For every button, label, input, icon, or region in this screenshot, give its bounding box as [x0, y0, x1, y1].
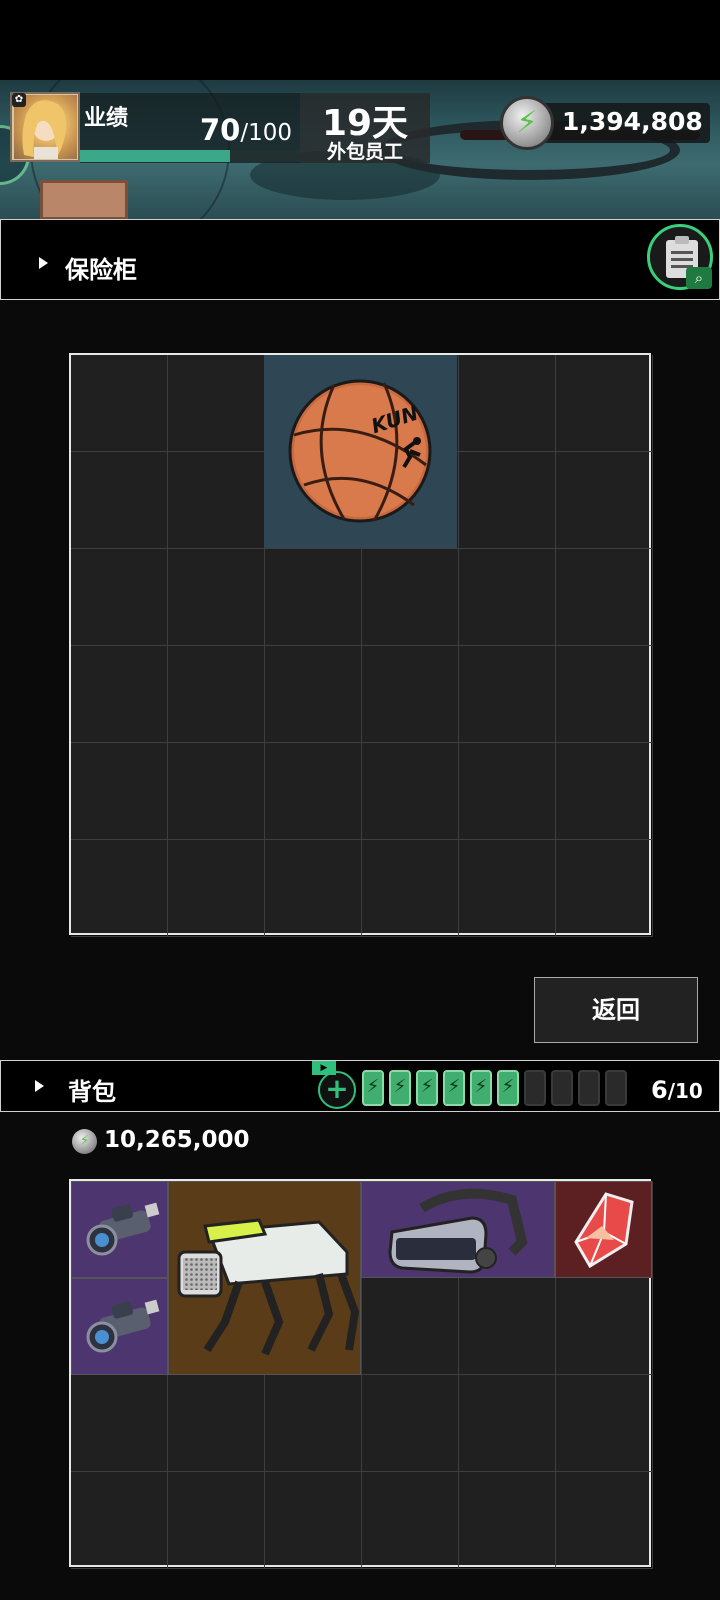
- backpack-item-scope[interactable]: [71, 1181, 168, 1278]
- grid-slot[interactable]: [71, 646, 168, 743]
- grid-slot[interactable]: [459, 743, 556, 840]
- robot-dog-icon: [177, 1218, 360, 1356]
- battery-full-icon: ⚡: [416, 1070, 438, 1106]
- performance-current: 70: [200, 113, 241, 147]
- grid-slot[interactable]: [168, 355, 265, 452]
- grid-slot[interactable]: [265, 840, 362, 937]
- performance-label: 业绩: [84, 106, 129, 131]
- grid-slot[interactable]: [362, 840, 459, 937]
- grid-slot[interactable]: [265, 646, 362, 743]
- video-ad-icon: ▶: [312, 1061, 336, 1075]
- grid-slot[interactable]: [459, 1278, 556, 1375]
- backpack-capacity: 6/10: [651, 1076, 703, 1104]
- performance-value: 70/100: [200, 113, 292, 147]
- performance-bar-fill: [80, 150, 230, 162]
- performance-max: /100: [240, 120, 293, 146]
- backpack-grid[interactable]: [69, 1179, 653, 1569]
- grid-slot[interactable]: [459, 355, 556, 452]
- basketball-icon: KUN: [288, 379, 432, 523]
- grid-slot[interactable]: [362, 549, 459, 646]
- grid-slot[interactable]: [556, 1375, 653, 1472]
- grid-slot[interactable]: [168, 646, 265, 743]
- battery-full-icon: ⚡: [362, 1070, 384, 1106]
- grid-slot[interactable]: [362, 646, 459, 743]
- rifle-scope-icon: [86, 1202, 160, 1256]
- grid-slot[interactable]: [265, 1472, 362, 1569]
- grid-slot[interactable]: [168, 452, 265, 549]
- grid-slot[interactable]: [556, 743, 653, 840]
- battery-empty-icon: [605, 1070, 627, 1106]
- grid-slot[interactable]: [168, 840, 265, 937]
- grid-slot[interactable]: [168, 743, 265, 840]
- backpack-item-scope[interactable]: [71, 1278, 168, 1375]
- grid-slot[interactable]: [71, 840, 168, 937]
- grid-slot[interactable]: [71, 355, 168, 452]
- rifle-scope-icon: [86, 1299, 160, 1353]
- grid-slot[interactable]: [556, 452, 653, 549]
- grid-slot[interactable]: [71, 549, 168, 646]
- back-button[interactable]: 返回: [534, 977, 698, 1043]
- grid-slot[interactable]: [265, 1375, 362, 1472]
- inventory-log-button[interactable]: ⌕: [647, 224, 713, 290]
- battery-full-icon: ⚡: [389, 1070, 411, 1106]
- grid-slot[interactable]: [71, 743, 168, 840]
- grid-slot[interactable]: [556, 1278, 653, 1375]
- backpack-money: 10,265,000: [104, 1127, 250, 1153]
- grid-slot[interactable]: [362, 1278, 459, 1375]
- grid-slot[interactable]: [71, 1472, 168, 1569]
- grid-slot[interactable]: [459, 840, 556, 937]
- add-capacity-button[interactable]: +: [318, 1071, 356, 1109]
- grid-slot[interactable]: [459, 646, 556, 743]
- battery-empty-icon: [524, 1070, 546, 1106]
- capacity-current: 6: [651, 1076, 668, 1104]
- backpack-title: 背包: [68, 1078, 116, 1106]
- grid-slot[interactable]: [459, 1375, 556, 1472]
- backpack-item-vr-headset[interactable]: [361, 1181, 555, 1278]
- grid-slot[interactable]: [168, 549, 265, 646]
- expand-triangle-icon: [35, 1080, 44, 1092]
- grid-slot[interactable]: [556, 1472, 653, 1569]
- grid-slot[interactable]: [556, 840, 653, 937]
- card-decoration: [40, 180, 128, 220]
- lightning-coin-icon: ⚡: [500, 96, 554, 150]
- grid-slot[interactable]: [556, 549, 653, 646]
- battery-full-icon: ⚡: [497, 1070, 519, 1106]
- grid-slot[interactable]: [71, 1375, 168, 1472]
- safe-grid[interactable]: KUN: [69, 353, 653, 937]
- grid-slot[interactable]: [362, 743, 459, 840]
- grid-slot[interactable]: [459, 1472, 556, 1569]
- safe-item-basketball[interactable]: KUN: [264, 355, 457, 548]
- status-bar: [0, 0, 720, 80]
- grid-slot[interactable]: [168, 1472, 265, 1569]
- grid-slot[interactable]: [265, 743, 362, 840]
- battery-empty-icon: [578, 1070, 600, 1106]
- grid-slot[interactable]: [362, 1375, 459, 1472]
- grid-slot[interactable]: [556, 355, 653, 452]
- safe-title: 保险柜: [65, 256, 137, 284]
- grid-slot[interactable]: [71, 452, 168, 549]
- vr-headset-icon: [388, 1188, 528, 1274]
- grid-slot[interactable]: [556, 646, 653, 743]
- backpack-item-robot-dog[interactable]: [168, 1181, 361, 1375]
- grid-slot[interactable]: [168, 1375, 265, 1472]
- grid-slot[interactable]: [362, 1472, 459, 1569]
- coin-balance: 1,394,808: [562, 107, 703, 136]
- grid-slot[interactable]: [265, 549, 362, 646]
- settings-icon[interactable]: ✿: [12, 93, 26, 107]
- grid-slot[interactable]: [459, 452, 556, 549]
- crystal-icon: [574, 1192, 634, 1269]
- battery-empty-icon: [551, 1070, 573, 1106]
- battery-full-icon: ⚡: [443, 1070, 465, 1106]
- battery-full-icon: ⚡: [470, 1070, 492, 1106]
- expand-triangle-icon: [39, 257, 48, 269]
- lightning-coin-icon: ⚡: [72, 1129, 97, 1154]
- search-icon: ⌕: [686, 267, 712, 289]
- grid-slot[interactable]: [459, 549, 556, 646]
- capacity-max: /10: [667, 1079, 703, 1103]
- backpack-item-crystal[interactable]: [555, 1181, 652, 1278]
- back-button-label: 返回: [592, 996, 640, 1024]
- employee-role: 外包员工: [326, 141, 403, 163]
